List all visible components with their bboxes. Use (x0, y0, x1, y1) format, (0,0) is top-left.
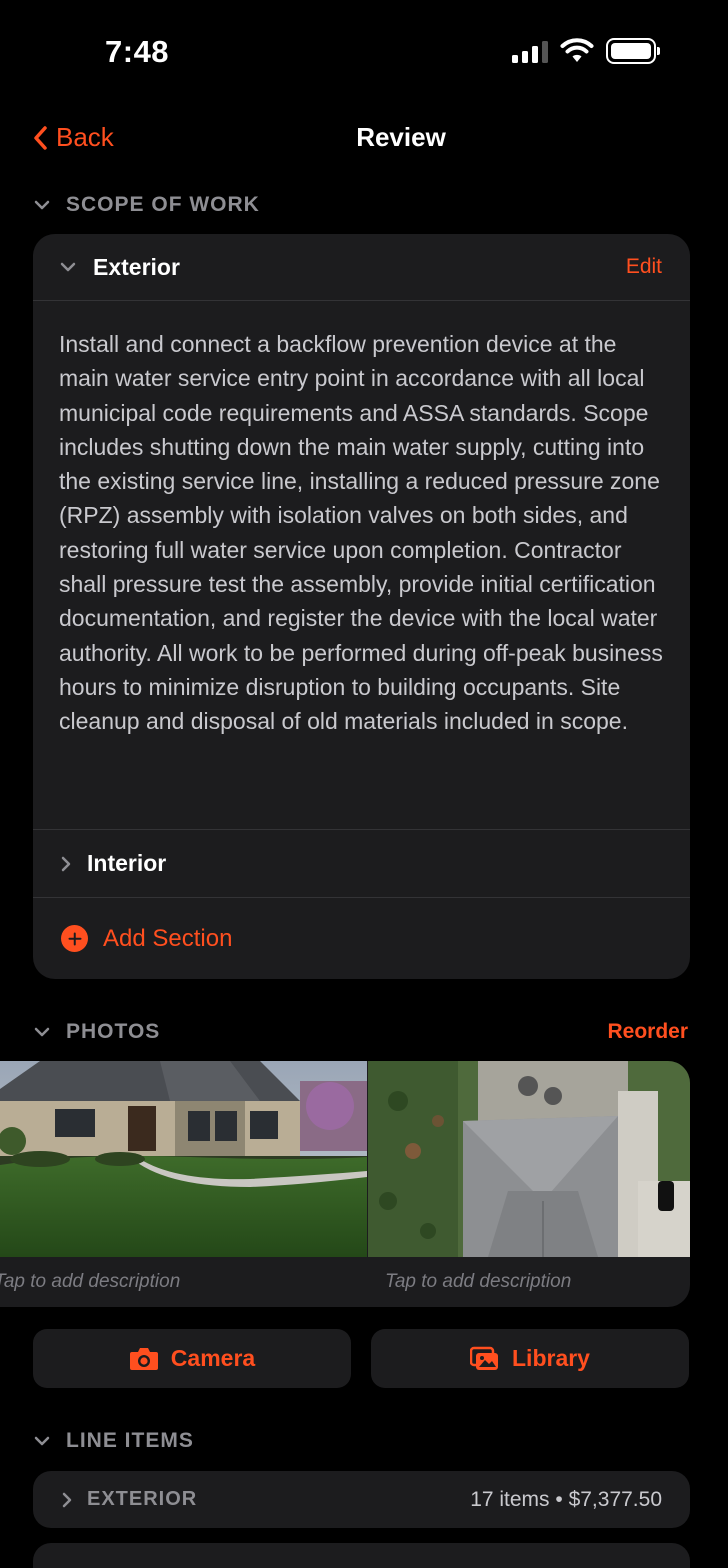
section-exterior-header[interactable]: Exterior Edit (33, 234, 690, 301)
camera-icon (129, 1347, 158, 1370)
photo-description-placeholder[interactable]: Tap to add description (385, 1271, 571, 1293)
line-item-group-exterior[interactable]: EXTERIOR 17 items • $7,377.50 (33, 1471, 690, 1528)
library-label: Library (512, 1345, 590, 1371)
navigation-bar: Back Review (0, 112, 728, 164)
photo-house-front[interactable] (0, 1061, 367, 1257)
section-interior-header[interactable]: Interior (33, 830, 690, 898)
line-items-header[interactable]: LINE ITEMS (34, 1424, 688, 1458)
section-title: SCOPE OF WORK (66, 193, 260, 216)
edit-button[interactable]: Edit (626, 255, 662, 279)
cellular-signal-icon (512, 39, 548, 63)
chevron-down-icon (60, 262, 76, 272)
group-label: EXTERIOR (87, 1488, 198, 1510)
line-item-group[interactable] (33, 1543, 690, 1568)
photos-header[interactable]: PHOTOS Reorder (34, 1015, 688, 1049)
scope-of-work-card: Exterior Edit Install and connect a back… (33, 234, 690, 979)
status-icons (512, 38, 660, 64)
scope-of-work-header[interactable]: SCOPE OF WORK (34, 188, 688, 222)
section-description[interactable]: Install and connect a backflow preventio… (33, 301, 690, 830)
photo-library-icon (470, 1346, 498, 1370)
group-summary: 17 items • $7,377.50 (470, 1487, 662, 1511)
chevron-down-icon (34, 200, 50, 210)
photo-aerial-view[interactable] (368, 1061, 690, 1257)
section-label: Exterior (93, 253, 180, 280)
chevron-down-icon (34, 1436, 50, 1446)
chevron-right-icon (62, 1492, 72, 1507)
photo-description-placeholder[interactable]: Tap to add description (0, 1271, 180, 1293)
page-title: Review (356, 122, 446, 152)
add-section-label: Add Section (103, 924, 233, 952)
plus-circle-icon (61, 925, 88, 952)
library-button[interactable]: Library (371, 1329, 689, 1388)
house-photo-image (0, 1061, 367, 1257)
reorder-button[interactable]: Reorder (607, 1020, 688, 1044)
section-title: PHOTOS (66, 1020, 161, 1043)
section-label: Interior (87, 850, 167, 876)
camera-label: Camera (170, 1345, 256, 1371)
section-title: LINE ITEMS (66, 1429, 194, 1452)
aerial-photo-image (368, 1061, 690, 1257)
photos-carousel[interactable]: Tap to add description Tap to add descri… (0, 1061, 690, 1307)
wifi-icon (560, 38, 594, 62)
status-bar: 7:48 (0, 0, 728, 100)
camera-button[interactable]: Camera (33, 1329, 351, 1388)
add-section-button[interactable]: Add Section (33, 898, 690, 979)
chevron-down-icon (34, 1027, 50, 1037)
status-time: 7:48 (105, 34, 170, 69)
battery-icon (606, 38, 660, 64)
chevron-right-icon (61, 856, 71, 871)
